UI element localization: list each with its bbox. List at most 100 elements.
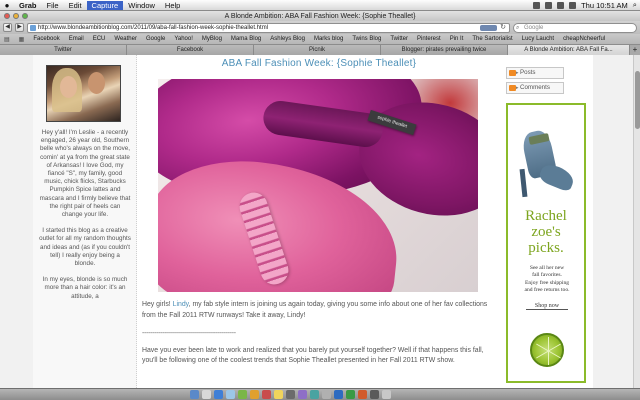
ichat-icon[interactable] <box>238 390 247 399</box>
facetime-icon[interactable] <box>310 390 319 399</box>
bookmark-item[interactable]: Ashleys Blog <box>270 36 305 42</box>
post-title[interactable]: ABA Fall Fashion Week: {Sophie Theallet} <box>137 58 501 69</box>
subscribe-comments-label: Comments <box>520 84 550 91</box>
bookmark-item[interactable]: Google <box>146 36 165 42</box>
safari-icon[interactable] <box>214 390 223 399</box>
bluetooth-icon[interactable] <box>545 1 553 9</box>
search-field[interactable]: ⌕ Google <box>513 22 637 33</box>
tab-twitter[interactable]: Twitter <box>0 45 127 55</box>
chevron-right-icon: ▸ <box>516 85 519 91</box>
tab-blogger[interactable]: Blogger: pirates prevailing twice <box>381 45 508 55</box>
author-photo-face <box>60 76 77 98</box>
bookmark-item[interactable]: Lucy Laucht <box>522 36 554 42</box>
fiance-photo-face <box>88 72 105 94</box>
new-tab-button[interactable]: + <box>630 45 640 55</box>
post-photo[interactable]: sophie theallet <box>158 79 478 292</box>
shoe-heel <box>519 168 528 198</box>
battery-icon[interactable] <box>569 1 577 9</box>
grab-icon[interactable] <box>370 390 379 399</box>
dashboard-icon[interactable] <box>202 390 211 399</box>
system-preferences-icon[interactable] <box>322 390 331 399</box>
post-intro: Hey girls! Lindy, my fab style intern is… <box>142 300 494 321</box>
bookmark-item[interactable]: Pinterest <box>417 36 441 42</box>
excel-icon[interactable] <box>346 390 355 399</box>
top-sites-icon[interactable]: ▦ <box>19 36 25 43</box>
address-bar[interactable]: http://www.blondeambitionblog.com/2011/0… <box>27 22 510 33</box>
right-sidebar: ▸ Posts ▸ Comments Rachel zoe's picks. S… <box>501 55 593 388</box>
word-icon[interactable] <box>334 390 343 399</box>
intro-text: , my fab style intern is joining us agai… <box>142 301 488 319</box>
bookmark-item[interactable]: Weather <box>114 36 137 42</box>
menu-edit[interactable]: Edit <box>64 1 87 10</box>
menubar-clock[interactable]: Thu 10:51 AM <box>581 1 628 10</box>
address-book-icon[interactable] <box>250 390 259 399</box>
ad-brand-line: picks. <box>528 240 564 256</box>
powerpoint-icon[interactable] <box>358 390 367 399</box>
calendar-icon[interactable] <box>262 390 271 399</box>
bookmark-item[interactable]: ECU <box>93 36 106 42</box>
itunes-icon[interactable] <box>286 390 295 399</box>
bookmark-item[interactable]: MyBlog <box>202 36 222 42</box>
menu-window[interactable]: Window <box>123 1 160 10</box>
mail-icon[interactable] <box>226 390 235 399</box>
rss-icon[interactable] <box>480 24 497 31</box>
bookmark-item[interactable]: Twins Blog <box>352 36 381 42</box>
trash-icon[interactable] <box>382 390 391 399</box>
page-scrollbar[interactable] <box>633 55 640 388</box>
shop-now-link[interactable]: Shop now <box>526 303 568 310</box>
post-body: Hey girls! Lindy, my fab style intern is… <box>142 300 494 375</box>
apple-menu-icon[interactable]: ● <box>0 1 14 10</box>
bookmark-item[interactable]: cheapNcheerful <box>563 36 605 42</box>
feed-icon <box>509 85 516 91</box>
subscribe-comments-button[interactable]: ▸ Comments <box>506 82 564 94</box>
blog-sidebar: Hey y'all! I'm Leslie - a recently engag… <box>33 55 137 388</box>
scrollbar-thumb[interactable] <box>635 71 640 129</box>
tab-picnik[interactable]: Picnik <box>254 45 381 55</box>
bookmark-item[interactable]: Facebook <box>33 36 59 42</box>
chevron-right-icon: ▸ <box>516 70 519 76</box>
bookmark-item[interactable]: Pin It <box>450 36 464 42</box>
menu-app-grab[interactable]: Grab <box>14 1 42 10</box>
reload-icon[interactable]: ↻ <box>500 24 506 32</box>
intern-link[interactable]: Lindy <box>173 301 189 308</box>
iphoto-icon[interactable] <box>298 390 307 399</box>
mac-menubar: ● Grab File Edit Capture Window Help Thu… <box>0 0 640 11</box>
bookmark-item[interactable]: Mama Blog <box>231 36 261 42</box>
tab-blonde-ambition[interactable]: A Blonde Ambition: ABA Fall Fa... <box>508 45 630 55</box>
window-title: A Blonde Ambition: ABA Fall Fashion Week… <box>224 12 416 20</box>
forward-button[interactable]: ▶ <box>15 23 24 32</box>
menu-help[interactable]: Help <box>160 1 185 10</box>
ad-promo-line: and free returns too. <box>524 287 570 294</box>
tab-bar: Twitter Facebook Picnik Blogger: pirates… <box>0 45 640 55</box>
bookmark-item[interactable]: The Sartorialist <box>472 36 512 42</box>
site-favicon-icon <box>30 24 36 31</box>
intro-text: Hey girls! <box>142 301 173 308</box>
menu-capture[interactable]: Capture <box>86 0 124 10</box>
blog-post: ABA Fall Fashion Week: {Sophie Theallet}… <box>137 55 501 388</box>
page-right-gutter <box>593 55 633 388</box>
web-page: Hey y'all! I'm Leslie - a recently engag… <box>0 55 640 388</box>
rachel-zoe-ad[interactable]: Rachel zoe's picks. See all her new fall… <box>506 103 586 383</box>
spotlight-icon[interactable]: ⌕ <box>633 0 637 10</box>
subscribe-posts-button[interactable]: ▸ Posts <box>506 67 564 79</box>
bookmark-item[interactable]: Marks blog <box>314 36 343 42</box>
bio-paragraph: In my eyes, blonde is so much more than … <box>42 276 128 300</box>
post-separator: ----------------------------------------… <box>142 330 236 337</box>
finder-icon[interactable] <box>190 390 199 399</box>
volume-icon[interactable] <box>557 1 565 9</box>
shoe-toe <box>537 161 577 193</box>
bookmark-item[interactable]: Email <box>69 36 84 42</box>
post-paragraph: Have you ever been late to work and real… <box>142 346 484 365</box>
lime-slice-icon <box>530 333 564 367</box>
bookmark-item[interactable]: Twitter <box>390 36 408 42</box>
wifi-icon[interactable] <box>533 1 541 9</box>
search-placeholder: Google <box>524 24 544 31</box>
preview-icon[interactable] <box>274 390 283 399</box>
ad-promo-line: fall favorites. <box>532 272 562 279</box>
bookmark-item[interactable]: Yahoo! <box>174 36 193 42</box>
bookmarks-book-icon[interactable]: ▤ <box>4 36 10 43</box>
shoe-image <box>515 119 577 201</box>
back-button[interactable]: ◀ <box>3 23 12 32</box>
menu-file[interactable]: File <box>42 1 64 10</box>
tab-facebook[interactable]: Facebook <box>127 45 254 55</box>
